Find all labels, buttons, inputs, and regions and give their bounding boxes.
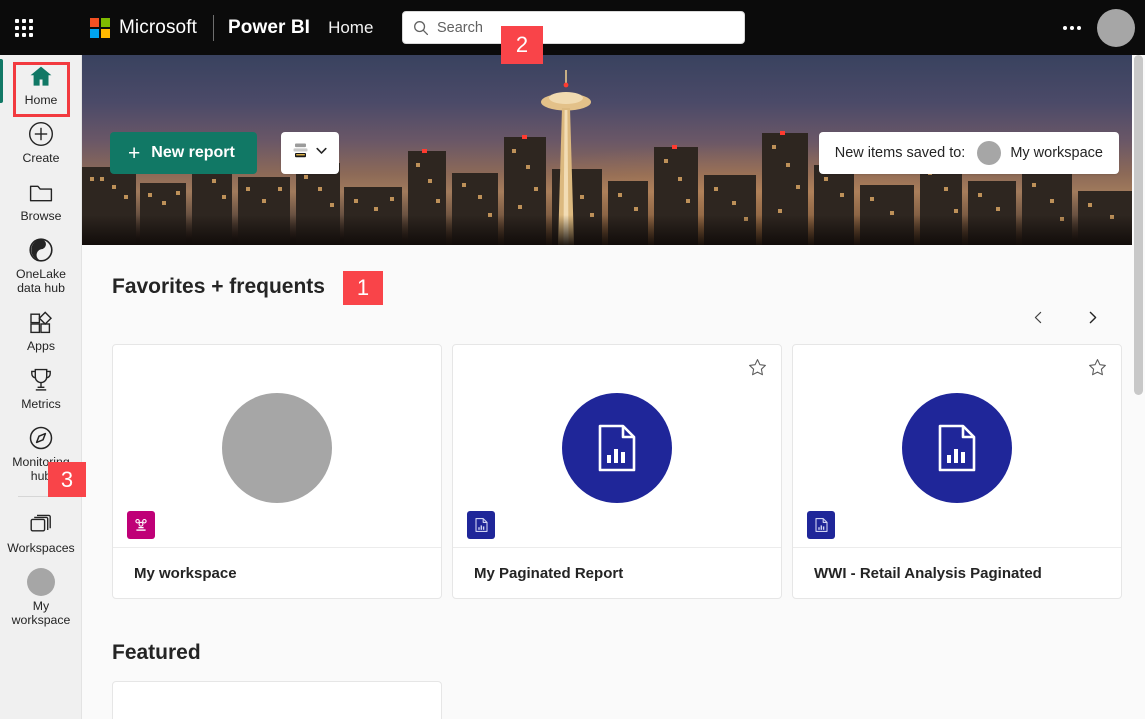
sidebar-item-onelake-data-hub[interactable]: OneLake data hub <box>0 229 81 301</box>
sidebar-item-label: My workspace <box>11 599 71 627</box>
annotation-badge-2: 2 <box>501 26 543 64</box>
search-input[interactable] <box>437 19 734 36</box>
paginated-report-art <box>562 393 672 503</box>
sidebar-item-label: Workspaces <box>7 541 75 555</box>
scrollbar-thumb[interactable] <box>1134 55 1143 395</box>
sidebar-item-create[interactable]: Create <box>0 113 81 171</box>
header-divider <box>212 14 214 41</box>
main-content-area: + New report New items saved to: My work… <box>82 55 1145 719</box>
sidebar-item-label: Create <box>22 151 60 165</box>
carousel-next-icon[interactable] <box>1083 308 1101 326</box>
featured-section-header: Featured <box>82 599 1145 665</box>
power-bi-product-name[interactable]: Power BI <box>228 17 310 39</box>
sidebar-item-label: OneLake data hub <box>16 267 66 295</box>
sidebar-item-label: Home <box>24 93 58 107</box>
favorite-star-icon[interactable] <box>1088 358 1107 382</box>
card-preview <box>113 345 441 549</box>
card-footer: My Paginated Report <box>453 547 781 598</box>
power-bi-home-page: Microsoft Power BI Home Search Home Crea… <box>0 0 1145 719</box>
favorite-card-my-workspace[interactable]: My workspace <box>112 344 442 599</box>
sidebar-item-metrics[interactable]: Metrics <box>0 359 81 417</box>
paginated-report-type-badge <box>467 511 495 539</box>
workspace-type-badge <box>127 511 155 539</box>
plus-icon: + <box>128 141 141 165</box>
more-options-icon[interactable] <box>1055 11 1089 45</box>
sidebar-item-label: Apps <box>26 339 56 353</box>
saved-to-workspace-name: My workspace <box>1010 145 1103 161</box>
card-title: My Paginated Report <box>474 564 624 582</box>
new-items-saved-to-picker[interactable]: New items saved to: My workspace <box>818 132 1119 174</box>
favorites-section-header: Favorites + frequents <box>82 245 1145 303</box>
onelake-icon <box>28 236 54 264</box>
paginated-layout-icon <box>291 141 310 165</box>
sidebar-item-my-workspace[interactable]: My workspace <box>0 561 81 633</box>
favorite-card-my-paginated-report[interactable]: My Paginated Report <box>452 344 782 599</box>
favorites-carousel-nav <box>82 303 1145 331</box>
favorite-star-icon[interactable] <box>748 358 767 382</box>
header-right-actions <box>1055 0 1135 55</box>
trophy-icon <box>29 366 53 394</box>
chevron-down-icon <box>314 143 329 163</box>
card-title: My workspace <box>134 564 237 582</box>
monitoring-icon <box>28 424 54 452</box>
workspace-avatar-art <box>222 393 332 503</box>
avatar-icon <box>27 568 55 596</box>
card-preview <box>793 345 1121 549</box>
microsoft-logo[interactable]: Microsoft <box>90 17 197 39</box>
sidebar-item-label: Browse <box>20 209 62 223</box>
favorite-card-wwi-retail-analysis-paginated[interactable]: WWI - Retail Analysis Paginated <box>792 344 1122 599</box>
account-avatar[interactable] <box>1097 8 1135 47</box>
left-navigation-rail: Home Create Browse OneLake data hub Apps… <box>0 55 82 719</box>
plus-circle-icon <box>28 120 54 148</box>
folder-icon <box>28 178 54 206</box>
paginated-report-art <box>902 393 1012 503</box>
workspace-avatar-icon <box>977 141 1002 165</box>
new-report-label: New report <box>151 144 235 161</box>
microsoft-wordmark: Microsoft <box>119 16 197 38</box>
carousel-prev-icon[interactable] <box>1029 308 1047 326</box>
top-header-bar: Microsoft Power BI Home <box>0 0 1145 55</box>
card-footer: WWI - Retail Analysis Paginated <box>793 547 1121 598</box>
annotation-badge-3: 3 <box>48 462 86 497</box>
paginated-report-type-badge <box>807 511 835 539</box>
sidebar-item-apps[interactable]: Apps <box>0 301 81 359</box>
report-type-picker-button[interactable] <box>281 132 339 174</box>
favorites-card-row: My workspace My Paginated Report WWI - R… <box>82 331 1145 599</box>
workspaces-icon <box>28 510 54 538</box>
card-title: WWI - Retail Analysis Paginated <box>814 564 1042 582</box>
microsoft-squares-icon <box>90 17 110 38</box>
search-icon <box>413 20 429 36</box>
hero-banner: + New report New items saved to: My work… <box>82 55 1137 245</box>
card-preview <box>453 345 781 549</box>
home-icon <box>28 62 54 90</box>
new-report-button[interactable]: + New report <box>110 132 257 174</box>
main-vertical-scrollbar[interactable] <box>1132 55 1145 719</box>
sidebar-item-home[interactable]: Home <box>0 55 81 113</box>
annotation-badge-1: 1 <box>343 271 383 305</box>
header-nav-home[interactable]: Home <box>328 18 373 38</box>
search-box[interactable] <box>402 11 745 44</box>
page-section-title: Favorites + frequents <box>112 275 325 298</box>
app-launcher-waffle-icon[interactable] <box>0 0 48 55</box>
featured-card-partial[interactable] <box>112 681 442 719</box>
hero-base-shadow <box>82 215 1137 245</box>
sidebar-item-workspaces[interactable]: Workspaces <box>0 503 81 561</box>
sidebar-item-label: Metrics <box>21 397 61 411</box>
card-footer: My workspace <box>113 547 441 598</box>
apps-icon <box>28 308 54 336</box>
saved-to-label: New items saved to: <box>834 145 966 161</box>
page-section-title: Featured <box>112 641 201 664</box>
sidebar-item-browse[interactable]: Browse <box>0 171 81 229</box>
